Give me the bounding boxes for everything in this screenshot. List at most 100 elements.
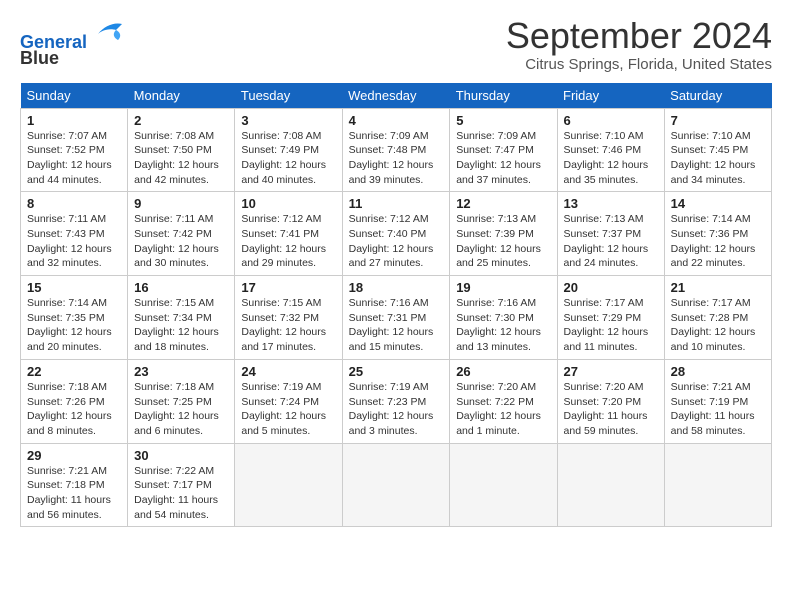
calendar-cell: 16Sunrise: 7:15 AMSunset: 7:34 PMDayligh… — [128, 276, 235, 360]
calendar-cell: 17Sunrise: 7:15 AMSunset: 7:32 PMDayligh… — [235, 276, 342, 360]
day-number: 28 — [671, 364, 765, 379]
day-info: Sunrise: 7:09 AMSunset: 7:47 PMDaylight:… — [456, 129, 550, 188]
calendar-cell: 28Sunrise: 7:21 AMSunset: 7:19 PMDayligh… — [664, 359, 771, 443]
calendar-cell — [450, 443, 557, 527]
calendar-cell: 27Sunrise: 7:20 AMSunset: 7:20 PMDayligh… — [557, 359, 664, 443]
calendar-cell: 10Sunrise: 7:12 AMSunset: 7:41 PMDayligh… — [235, 192, 342, 276]
calendar-table: SundayMondayTuesdayWednesdayThursdayFrid… — [20, 83, 772, 528]
calendar-week-5: 29Sunrise: 7:21 AMSunset: 7:18 PMDayligh… — [21, 443, 772, 527]
calendar-cell: 18Sunrise: 7:16 AMSunset: 7:31 PMDayligh… — [342, 276, 450, 360]
calendar-header-saturday: Saturday — [664, 83, 771, 109]
day-info: Sunrise: 7:10 AMSunset: 7:46 PMDaylight:… — [564, 129, 658, 188]
calendar-cell: 30Sunrise: 7:22 AMSunset: 7:17 PMDayligh… — [128, 443, 235, 527]
day-info: Sunrise: 7:16 AMSunset: 7:30 PMDaylight:… — [456, 296, 550, 355]
day-number: 27 — [564, 364, 658, 379]
day-number: 6 — [564, 113, 658, 128]
day-info: Sunrise: 7:11 AMSunset: 7:42 PMDaylight:… — [134, 212, 228, 271]
calendar-header-monday: Monday — [128, 83, 235, 109]
day-number: 26 — [456, 364, 550, 379]
day-number: 17 — [241, 280, 335, 295]
calendar-cell — [342, 443, 450, 527]
day-info: Sunrise: 7:12 AMSunset: 7:41 PMDaylight:… — [241, 212, 335, 271]
calendar-cell: 24Sunrise: 7:19 AMSunset: 7:24 PMDayligh… — [235, 359, 342, 443]
day-number: 20 — [564, 280, 658, 295]
logo-bird-icon — [94, 20, 124, 48]
day-info: Sunrise: 7:22 AMSunset: 7:17 PMDaylight:… — [134, 464, 228, 523]
calendar-cell: 29Sunrise: 7:21 AMSunset: 7:18 PMDayligh… — [21, 443, 128, 527]
day-number: 23 — [134, 364, 228, 379]
calendar-header-thursday: Thursday — [450, 83, 557, 109]
day-number: 4 — [349, 113, 444, 128]
calendar-cell: 21Sunrise: 7:17 AMSunset: 7:28 PMDayligh… — [664, 276, 771, 360]
calendar-week-3: 15Sunrise: 7:14 AMSunset: 7:35 PMDayligh… — [21, 276, 772, 360]
logo: General Blue — [20, 20, 124, 69]
calendar-cell: 4Sunrise: 7:09 AMSunset: 7:48 PMDaylight… — [342, 108, 450, 192]
day-number: 18 — [349, 280, 444, 295]
month-title: September 2024 — [506, 16, 772, 56]
day-number: 13 — [564, 196, 658, 211]
calendar-header-friday: Friday — [557, 83, 664, 109]
calendar-cell — [664, 443, 771, 527]
calendar-cell: 9Sunrise: 7:11 AMSunset: 7:42 PMDaylight… — [128, 192, 235, 276]
day-number: 14 — [671, 196, 765, 211]
day-number: 16 — [134, 280, 228, 295]
calendar-cell: 26Sunrise: 7:20 AMSunset: 7:22 PMDayligh… — [450, 359, 557, 443]
day-info: Sunrise: 7:14 AMSunset: 7:35 PMDaylight:… — [27, 296, 121, 355]
day-number: 2 — [134, 113, 228, 128]
day-number: 12 — [456, 196, 550, 211]
calendar-cell — [235, 443, 342, 527]
calendar-header-sunday: Sunday — [21, 83, 128, 109]
day-number: 11 — [349, 196, 444, 211]
day-info: Sunrise: 7:20 AMSunset: 7:22 PMDaylight:… — [456, 380, 550, 439]
calendar-header-wednesday: Wednesday — [342, 83, 450, 109]
title-section: September 2024 Citrus Springs, Florida, … — [506, 16, 772, 73]
day-number: 30 — [134, 448, 228, 463]
page-container: General Blue September 2024 Citrus Sprin… — [0, 0, 792, 537]
day-info: Sunrise: 7:15 AMSunset: 7:34 PMDaylight:… — [134, 296, 228, 355]
calendar-cell: 7Sunrise: 7:10 AMSunset: 7:45 PMDaylight… — [664, 108, 771, 192]
day-number: 15 — [27, 280, 121, 295]
day-number: 7 — [671, 113, 765, 128]
day-number: 8 — [27, 196, 121, 211]
day-info: Sunrise: 7:10 AMSunset: 7:45 PMDaylight:… — [671, 129, 765, 188]
calendar-cell: 23Sunrise: 7:18 AMSunset: 7:25 PMDayligh… — [128, 359, 235, 443]
day-number: 10 — [241, 196, 335, 211]
calendar-cell: 19Sunrise: 7:16 AMSunset: 7:30 PMDayligh… — [450, 276, 557, 360]
calendar-cell: 15Sunrise: 7:14 AMSunset: 7:35 PMDayligh… — [21, 276, 128, 360]
calendar-cell: 1Sunrise: 7:07 AMSunset: 7:52 PMDaylight… — [21, 108, 128, 192]
calendar-header-tuesday: Tuesday — [235, 83, 342, 109]
calendar-cell: 11Sunrise: 7:12 AMSunset: 7:40 PMDayligh… — [342, 192, 450, 276]
day-number: 19 — [456, 280, 550, 295]
calendar-cell: 25Sunrise: 7:19 AMSunset: 7:23 PMDayligh… — [342, 359, 450, 443]
day-info: Sunrise: 7:12 AMSunset: 7:40 PMDaylight:… — [349, 212, 444, 271]
day-number: 29 — [27, 448, 121, 463]
day-info: Sunrise: 7:07 AMSunset: 7:52 PMDaylight:… — [27, 129, 121, 188]
calendar-cell: 22Sunrise: 7:18 AMSunset: 7:26 PMDayligh… — [21, 359, 128, 443]
calendar-cell: 20Sunrise: 7:17 AMSunset: 7:29 PMDayligh… — [557, 276, 664, 360]
day-info: Sunrise: 7:13 AMSunset: 7:37 PMDaylight:… — [564, 212, 658, 271]
day-info: Sunrise: 7:20 AMSunset: 7:20 PMDaylight:… — [564, 380, 658, 439]
day-number: 22 — [27, 364, 121, 379]
calendar-cell: 2Sunrise: 7:08 AMSunset: 7:50 PMDaylight… — [128, 108, 235, 192]
calendar-cell: 5Sunrise: 7:09 AMSunset: 7:47 PMDaylight… — [450, 108, 557, 192]
calendar-cell: 6Sunrise: 7:10 AMSunset: 7:46 PMDaylight… — [557, 108, 664, 192]
calendar-cell: 8Sunrise: 7:11 AMSunset: 7:43 PMDaylight… — [21, 192, 128, 276]
calendar-header-row: SundayMondayTuesdayWednesdayThursdayFrid… — [21, 83, 772, 109]
day-number: 21 — [671, 280, 765, 295]
day-info: Sunrise: 7:19 AMSunset: 7:24 PMDaylight:… — [241, 380, 335, 439]
day-info: Sunrise: 7:13 AMSunset: 7:39 PMDaylight:… — [456, 212, 550, 271]
calendar-cell — [557, 443, 664, 527]
day-info: Sunrise: 7:11 AMSunset: 7:43 PMDaylight:… — [27, 212, 121, 271]
day-number: 24 — [241, 364, 335, 379]
day-number: 9 — [134, 196, 228, 211]
day-info: Sunrise: 7:21 AMSunset: 7:18 PMDaylight:… — [27, 464, 121, 523]
day-info: Sunrise: 7:18 AMSunset: 7:26 PMDaylight:… — [27, 380, 121, 439]
day-number: 25 — [349, 364, 444, 379]
day-info: Sunrise: 7:19 AMSunset: 7:23 PMDaylight:… — [349, 380, 444, 439]
day-info: Sunrise: 7:08 AMSunset: 7:50 PMDaylight:… — [134, 129, 228, 188]
day-info: Sunrise: 7:14 AMSunset: 7:36 PMDaylight:… — [671, 212, 765, 271]
day-number: 5 — [456, 113, 550, 128]
day-number: 1 — [27, 113, 121, 128]
calendar-cell: 3Sunrise: 7:08 AMSunset: 7:49 PMDaylight… — [235, 108, 342, 192]
calendar-week-4: 22Sunrise: 7:18 AMSunset: 7:26 PMDayligh… — [21, 359, 772, 443]
